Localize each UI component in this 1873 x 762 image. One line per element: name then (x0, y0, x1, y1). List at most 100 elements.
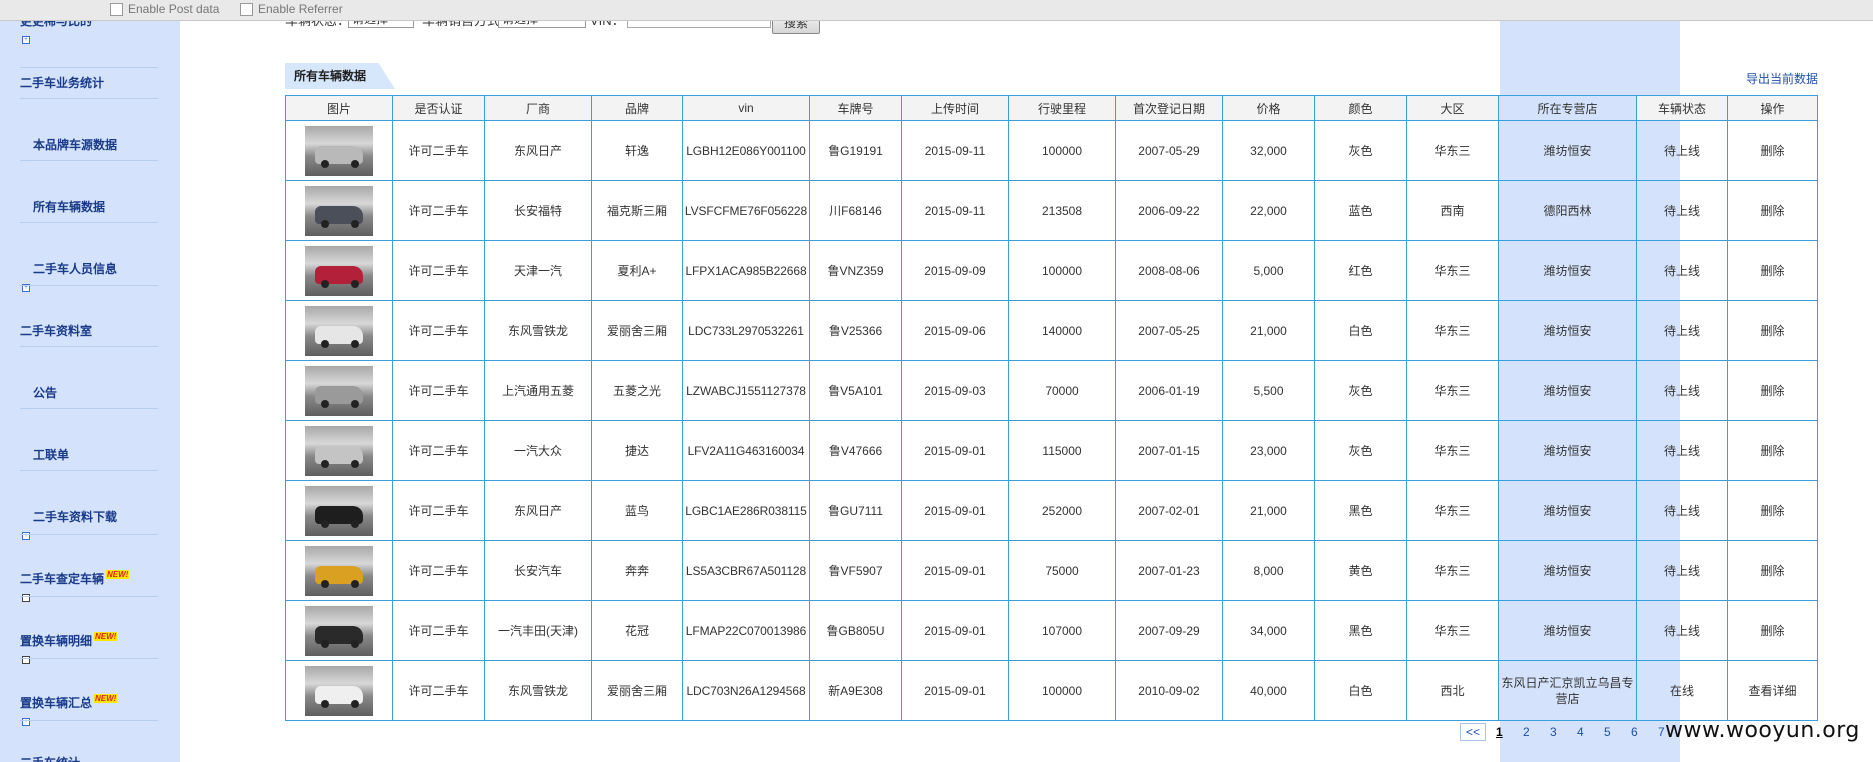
post-data-checkbox[interactable] (110, 2, 123, 16)
cell-upload: 2015-09-01 (901, 660, 1009, 721)
table-row[interactable]: 许可二手车 一汽丰田(天津) 花冠 LFMAP22C070013986 鲁GB805U 2… (285, 600, 1818, 661)
sidebar-item-work-order[interactable]: 工联单 (33, 446, 69, 463)
cell-cert: 许可二手车 (392, 660, 485, 721)
cell-region: 华东三 (1406, 120, 1499, 181)
car-thumbnail[interactable] (305, 545, 373, 596)
cell-action[interactable]: 删除 (1727, 300, 1818, 361)
cell-upload: 2015-09-09 (901, 240, 1009, 301)
thumbnail-cell (285, 600, 393, 661)
cell-action[interactable]: 删除 (1727, 540, 1818, 601)
car-thumbnail[interactable] (305, 665, 373, 716)
cell-plate: 鲁V25366 (809, 300, 902, 361)
cell-action[interactable]: 查看详细 (1727, 660, 1818, 721)
car-thumbnail[interactable] (305, 425, 373, 476)
sidebar-item-statistics[interactable]: 二手车统计 (20, 754, 80, 762)
page-link[interactable]: 4 (1577, 725, 1584, 739)
page-link[interactable]: 3 (1550, 725, 1557, 739)
wheel (321, 399, 329, 408)
cell-plate: 鲁V5A101 (809, 360, 902, 421)
cell-mileage: 100000 (1008, 660, 1116, 721)
cell-action[interactable]: 删除 (1727, 600, 1818, 661)
divider (20, 534, 158, 535)
table-row[interactable]: 许可二手车 长安福特 福克斯三厢 LVSFCFME76F056228 川F68146 20… (285, 180, 1818, 241)
cell-region: 西南 (1406, 180, 1499, 241)
cell-maker: 东风日产 (484, 480, 592, 541)
thumbnail-cell (285, 360, 393, 421)
sidebar-item-inspection[interactable]: 二手车查定车辆 NEW! (20, 570, 130, 587)
cell-upload: 2015-09-01 (901, 540, 1009, 601)
cell-plate: 鲁VNZ359 (809, 240, 902, 301)
cell-regdate: 2007-01-23 (1115, 540, 1223, 601)
cell-maker: 东风日产 (484, 120, 592, 181)
sidebar-item-notice[interactable]: 公告 (33, 384, 57, 401)
cell-plate: 川F68146 (809, 180, 902, 241)
cell-color: 黑色 (1314, 600, 1407, 661)
cell-action[interactable]: 删除 (1727, 120, 1818, 181)
page-link[interactable]: 5 (1604, 725, 1611, 739)
car-thumbnail[interactable] (305, 605, 373, 656)
sidebar-item-exchange-summary[interactable]: 置换车辆汇总 NEW! (20, 694, 118, 711)
thumbnail-cell (285, 240, 393, 301)
car-thumbnail[interactable] (305, 485, 373, 536)
car-thumbnail[interactable] (305, 365, 373, 416)
table-row[interactable]: 许可二手车 天津一汽 夏利A+ LFPX1ACA985B22668 鲁VNZ359 201… (285, 240, 1818, 301)
car-thumbnail[interactable] (305, 305, 373, 356)
cell-brand: 爱丽舍三厢 (591, 300, 683, 361)
cell-cert: 许可二手车 (392, 180, 485, 241)
expand-icon[interactable]: + (22, 36, 30, 44)
sidebar-item-downloads[interactable]: 二手车资料下载 (33, 508, 117, 525)
table-row[interactable]: 许可二手车 东风雪铁龙 爱丽舍三厢 LDC733L2970532261 鲁V25366 2… (285, 300, 1818, 361)
cell-action[interactable]: 删除 (1727, 420, 1818, 481)
cell-upload: 2015-09-11 (901, 180, 1009, 241)
cell-brand: 奔奔 (591, 540, 683, 601)
sidebar-item-all-vehicles[interactable]: 所有车辆数据 (33, 198, 105, 215)
cell-action[interactable]: 删除 (1727, 480, 1818, 541)
cell-regdate: 2007-09-29 (1115, 600, 1223, 661)
table-row[interactable]: 许可二手车 东风日产 蓝鸟 LGBC1AE286R038115 鲁GU7111 2015-… (285, 480, 1818, 541)
cell-price: 5,000 (1222, 240, 1315, 301)
post-data-option[interactable]: Enable Post data (110, 2, 219, 16)
cell-color: 白色 (1314, 660, 1407, 721)
cell-plate: 鲁V47666 (809, 420, 902, 481)
cell-plate: 新A9E308 (809, 660, 902, 721)
export-link[interactable]: 导出当前数据 (1746, 70, 1818, 87)
referrer-option[interactable]: Enable Referrer (240, 2, 343, 16)
cell-cert: 许可二手车 (392, 300, 485, 361)
column-header: 大区 (1406, 95, 1499, 121)
cell-price: 40,000 (1222, 660, 1315, 721)
cell-action[interactable]: 删除 (1727, 240, 1818, 301)
tab-all-vehicles[interactable]: 所有车辆数据 (285, 63, 395, 89)
cell-dealer: 潍坊恒安 (1498, 600, 1637, 661)
table-row[interactable]: 许可二手车 上汽通用五菱 五菱之光 LZWABCJ1551127378 鲁V5A101 2… (285, 360, 1818, 421)
page-link[interactable]: 6 (1631, 725, 1638, 739)
wheel (351, 579, 359, 588)
table-row[interactable]: 许可二手车 东风日产 轩逸 LGBH12E086Y001100 鲁G19191 2015-… (285, 120, 1818, 181)
cell-maker: 一汽大众 (484, 420, 592, 481)
page-link[interactable]: 7 (1658, 725, 1665, 739)
car-thumbnail[interactable] (305, 125, 373, 176)
cell-dealer: 潍坊恒安 (1498, 120, 1637, 181)
cell-action[interactable]: 删除 (1727, 180, 1818, 241)
prev-page-button[interactable]: << (1460, 723, 1487, 741)
sidebar-item-staff-info[interactable]: 二手车人员信息 (33, 260, 117, 277)
car-thumbnail[interactable] (305, 245, 373, 296)
thumbnail-cell (285, 300, 393, 361)
column-header: 品牌 (591, 95, 683, 121)
table-row[interactable]: 许可二手车 东风雪铁龙 爱丽舍三厢 LDC703N26A1294568 新A9E308 2… (285, 660, 1818, 721)
sidebar-item-brand-source[interactable]: 本品牌车源数据 (33, 136, 117, 153)
table-row[interactable]: 许可二手车 长安汽车 奔奔 LS5A3CBR67A501128 鲁VF5907 2015-… (285, 540, 1818, 601)
cell-regdate: 2006-01-19 (1115, 360, 1223, 421)
sidebar-item-label: 置换车辆汇总 (20, 696, 93, 710)
cell-action[interactable]: 删除 (1727, 360, 1818, 421)
sidebar-item-archive[interactable]: 二手车资料室 (20, 322, 92, 339)
page-link[interactable]: 1 (1496, 725, 1503, 739)
divider (20, 596, 158, 597)
referrer-checkbox[interactable] (240, 2, 253, 16)
sidebar-item-exchange-detail[interactable]: 置换车辆明细 NEW! (20, 632, 118, 649)
car-thumbnail[interactable] (305, 185, 373, 236)
page-link[interactable]: 2 (1523, 725, 1530, 739)
cell-vin: LS5A3CBR67A501128 (682, 540, 810, 601)
sidebar-item-business-stats[interactable]: 二手车业务统计 (20, 74, 104, 91)
table-row[interactable]: 许可二手车 一汽大众 捷达 LFV2A11G463160034 鲁V47666 2015-… (285, 420, 1818, 481)
cell-dealer: 潍坊恒安 (1498, 420, 1637, 481)
